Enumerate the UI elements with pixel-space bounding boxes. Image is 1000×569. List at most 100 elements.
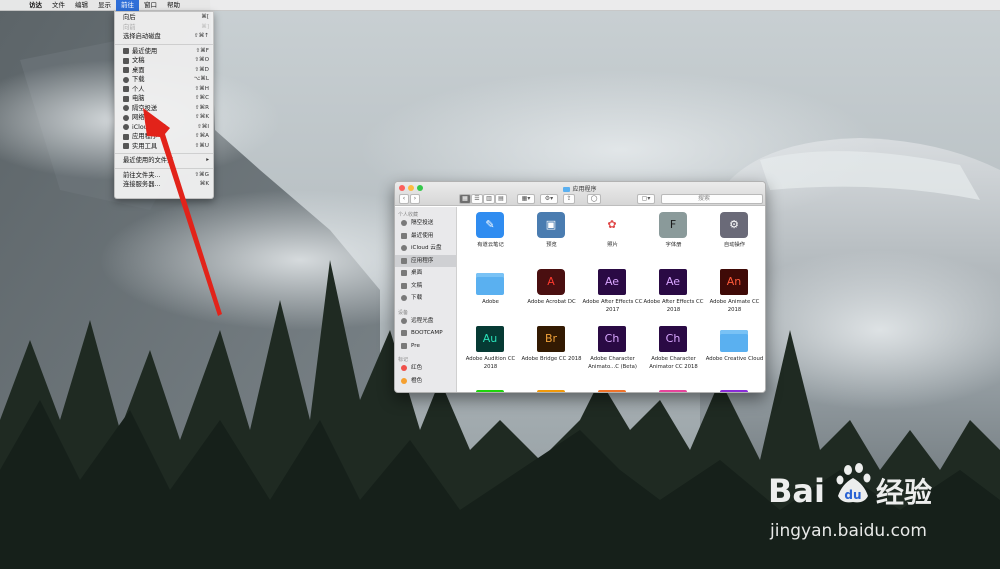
documents-icon: [401, 282, 407, 289]
sidebar-item-bootcamp[interactable]: BOOTCAMP: [395, 327, 456, 340]
app-item[interactable]: Ae Adobe After Effects CC 2017: [582, 264, 643, 320]
menu-item-airdrop[interactable]: 隔空投送 ⇧⌘R: [115, 104, 213, 114]
desktop-icon: [401, 270, 407, 277]
app-item[interactable]: Br Adobe Bridge CC 2018: [521, 321, 582, 377]
tags-button[interactable]: ◯: [587, 194, 601, 204]
menu-item-utilities[interactable]: 实用工具 ⇧⌘U: [115, 142, 213, 152]
tag-dot-icon: [401, 377, 407, 384]
app-icon: ⚙: [720, 212, 748, 238]
menu-item-downloads[interactable]: 下载 ⌥⌘L: [115, 75, 213, 85]
menu-item-connect-server[interactable]: 连接服务器... ⌘K: [115, 180, 213, 190]
app-icon-partial[interactable]: [659, 390, 687, 392]
back-button[interactable]: ‹: [399, 194, 409, 204]
menu-go[interactable]: 前往: [116, 0, 139, 11]
menu-item-applications[interactable]: 应用程序 ⇧⌘A: [115, 132, 213, 142]
app-label: Adobe: [482, 299, 499, 305]
app-icon-partial[interactable]: [476, 390, 504, 392]
share-button[interactable]: ⇪: [563, 194, 575, 204]
sidebar-item-downloads[interactable]: 下载: [395, 292, 456, 305]
airdrop-icon: [123, 105, 129, 112]
app-item[interactable]: Ae Adobe After Effects CC 2018: [643, 264, 704, 320]
menu-file[interactable]: 文件: [47, 0, 70, 11]
app-item[interactable]: Ch Adobe Character Animator CC 2018: [643, 321, 704, 377]
view-list-button[interactable]: ☰: [471, 194, 483, 204]
sidebar-item-icloud[interactable]: iCloud 云盘: [395, 242, 456, 255]
app-label: Adobe Character Animato...C (Beta): [588, 356, 637, 370]
app-item[interactable]: ▣ 预览: [521, 207, 582, 263]
menu-item-forward[interactable]: 向前 ⌘]: [115, 23, 213, 33]
menu-item-desktop[interactable]: 桌面 ⇧⌘D: [115, 66, 213, 76]
app-label: Adobe Character Animator CC 2018: [649, 356, 698, 370]
app-item[interactable]: ✎ 有道云笔记: [460, 207, 521, 263]
action-gear-button[interactable]: ⚙▾: [540, 194, 558, 204]
finder-sidebar: 个人收藏 隔空投送 最近使用 iCloud 云盘 应用程序 桌面 文稿 下载 设…: [395, 207, 457, 392]
sidebar-item-recents[interactable]: 最近使用: [395, 230, 456, 243]
sidebar-item-documents[interactable]: 文稿: [395, 280, 456, 293]
sidebar-item-remote-disc[interactable]: 远程光盘: [395, 315, 456, 328]
app-item[interactable]: Au Adobe Audition CC 2018: [460, 321, 521, 377]
app-item[interactable]: An Adobe Animate CC 2018: [704, 264, 765, 320]
menu-item-network[interactable]: 网络 ⇧⌘K: [115, 113, 213, 123]
app-item[interactable]: A Adobe Acrobat DC: [521, 264, 582, 320]
view-columns-button[interactable]: ▥: [483, 194, 495, 204]
sidebar-item-tag-red[interactable]: 红色: [395, 362, 456, 375]
drive-icon: [401, 330, 407, 337]
search-input[interactable]: 搜索: [661, 194, 763, 204]
menu-item-back[interactable]: 向后 ⌘[: [115, 13, 213, 23]
app-label: Adobe Audition CC 2018: [465, 356, 516, 370]
app-label: Adobe After Effects CC 2018: [643, 299, 704, 313]
sidebar-item-airdrop[interactable]: 隔空投送: [395, 217, 456, 230]
finder-titlebar[interactable]: 应用程序 ‹ › ▦ ☰ ▥ ▤ ▦▾ ⚙▾ ⇪ ◯ ▢▾ 搜索: [395, 182, 765, 206]
app-item[interactable]: Adobe Creative Cloud: [704, 321, 765, 377]
app-icon-partial[interactable]: [537, 390, 565, 392]
app-icon: F: [659, 212, 687, 238]
network-icon: [123, 114, 129, 121]
menu-item-recents[interactable]: 最近使用 ⇧⌘F: [115, 47, 213, 57]
sidebar-header-favorites: 个人收藏: [398, 212, 419, 218]
forward-button[interactable]: ›: [410, 194, 420, 204]
app-item[interactable]: Adobe: [460, 264, 521, 320]
menu-item-go-to-folder[interactable]: 前往文件夹... ⇧⌘G: [115, 171, 213, 181]
folder-icon: [476, 273, 504, 295]
menu-item-home[interactable]: 个人 ⇧⌘H: [115, 85, 213, 95]
app-item[interactable]: ✿ 照片: [582, 207, 643, 263]
app-label: Adobe Creative Cloud: [705, 356, 764, 362]
desktop-icon: [123, 67, 129, 74]
app-icon-partial[interactable]: [598, 390, 626, 392]
menu-help[interactable]: 帮助: [162, 0, 185, 11]
app-icon: A: [537, 269, 565, 295]
menu-item-icloud-drive[interactable]: iCloud 云盘 ⇧⌘I: [115, 123, 213, 133]
menu-item-computer[interactable]: 电脑 ⇧⌘C: [115, 94, 213, 104]
app-label: Adobe Animate CC 2018: [709, 299, 760, 313]
menu-window[interactable]: 窗口: [139, 0, 162, 11]
submenu-arrow-icon: ▸: [206, 157, 209, 163]
app-item[interactable]: Ch Adobe Character Animato...C (Beta): [582, 321, 643, 377]
menu-view[interactable]: 显示: [93, 0, 116, 11]
menu-finder[interactable]: 访达: [24, 0, 47, 11]
documents-icon: [123, 57, 129, 64]
sidebar-item-desktop[interactable]: 桌面: [395, 267, 456, 280]
path-button[interactable]: ▢▾: [637, 194, 655, 204]
drive-icon: [401, 342, 407, 349]
svg-text:经验: 经验: [876, 476, 932, 509]
menu-item-recent-folders[interactable]: 最近使用的文件夹 ▸: [115, 156, 213, 166]
watermark-url: jingyan.baidu.com: [770, 521, 927, 541]
view-icons-button[interactable]: ▦: [459, 194, 471, 204]
app-icon-partial[interactable]: [720, 390, 748, 392]
app-label: Adobe Acrobat DC: [527, 299, 576, 305]
app-item[interactable]: ⚙ 自动操作: [704, 207, 765, 263]
sidebar-item-tag-orange[interactable]: 橙色: [395, 375, 456, 388]
app-item[interactable]: F 字体册: [643, 207, 704, 263]
menu-separator: [115, 153, 213, 154]
utilities-icon: [123, 143, 129, 150]
app-icon: Br: [537, 326, 565, 352]
sidebar-item-applications[interactable]: 应用程序: [395, 254, 456, 267]
view-coverflow-button[interactable]: ▤: [495, 194, 507, 204]
app-icon: ▣: [537, 212, 565, 238]
icloud-icon: [123, 124, 129, 131]
menu-edit[interactable]: 编辑: [70, 0, 93, 11]
sidebar-item-pre[interactable]: Pre: [395, 340, 456, 353]
menu-item-startup-disk[interactable]: 选择启动磁盘 ⇧⌘↑: [115, 32, 213, 42]
arrange-button[interactable]: ▦▾: [517, 194, 535, 204]
menu-item-documents[interactable]: 文稿 ⇧⌘O: [115, 56, 213, 66]
